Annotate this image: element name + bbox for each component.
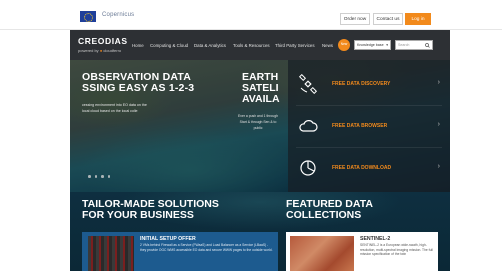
nav-item-data-analytics[interactable]: Data & Analytics xyxy=(194,43,226,48)
divider xyxy=(296,147,442,148)
sentinel-2-card[interactable]: SENTINEL-2 SENTINEL-2 is a European wide… xyxy=(286,232,438,271)
powered-by-label: powered by ● cloudferro xyxy=(78,48,121,53)
chevron-right-icon: › xyxy=(437,163,440,170)
page-gutter-right xyxy=(450,30,502,271)
main-navigation: CREODIAS powered by ● cloudferro Home Co… xyxy=(70,30,450,60)
carousel-dot[interactable] xyxy=(107,175,110,178)
carousel-dots xyxy=(88,175,110,178)
carousel-dot[interactable] xyxy=(101,175,104,178)
satellite-title-line3: AVAILA xyxy=(242,93,280,105)
search-input[interactable]: Search xyxy=(395,40,433,50)
nav-item-computing-cloud[interactable]: Computing & Cloud xyxy=(150,43,188,48)
feature-data-discovery[interactable]: FREE DATA DISCOVERY › xyxy=(288,66,450,104)
divider xyxy=(296,105,442,106)
hero-banner: OBSERVATION DATA SSING EASY AS 1-2-3 ces… xyxy=(70,60,450,192)
eu-flag-icon xyxy=(80,11,96,22)
chevron-down-icon: ▾ xyxy=(386,43,388,47)
collections-title: FEATURED DATA COLLECTIONS xyxy=(286,199,373,221)
hero-title-line2: SSING EASY AS 1-2-3 xyxy=(82,82,195,94)
login-button[interactable]: Log in xyxy=(405,13,431,25)
free-data-panel: FREE DATA DISCOVERY › FREE DATA BROWSER … xyxy=(288,60,450,192)
cloud-icon xyxy=(299,120,318,132)
feature-data-browser[interactable]: FREE DATA BROWSER › xyxy=(288,108,450,146)
top-bar: Copernicus Order now Contact us Log in xyxy=(0,0,502,30)
page-gutter-left xyxy=(0,30,70,271)
solutions-title: TAILOR-MADE SOLUTIONS FOR YOUR BUSINESS xyxy=(82,199,219,221)
nav-item-third-party[interactable]: Third Party Services xyxy=(275,43,315,48)
contact-us-button[interactable]: Contact us xyxy=(373,13,403,25)
solutions-section: TAILOR-MADE SOLUTIONS FOR YOUR BUSINESS … xyxy=(70,192,450,271)
feature-data-download[interactable]: FREE DATA DOWNLOAD › xyxy=(288,150,450,188)
hero-subtitle: cessing environment into EO data on the … xyxy=(82,103,147,113)
creodias-logo[interactable]: CREODIAS xyxy=(78,36,128,46)
collection-title: SENTINEL-2 xyxy=(360,236,391,242)
knowledge-base-value: Knowledge base xyxy=(357,43,384,47)
initial-setup-offer-card[interactable]: INITIAL SETUP OFFER 2 VMs behind Firewal… xyxy=(82,232,278,271)
nav-item-home[interactable]: Home xyxy=(132,43,144,48)
nav-item-news[interactable]: News xyxy=(322,43,333,48)
sentinel-2-image xyxy=(290,236,354,271)
satellite-icon xyxy=(298,74,318,94)
powered-by-prefix: powered by xyxy=(78,48,99,53)
copernicus-logo[interactable]: Copernicus xyxy=(102,12,134,18)
offer-description: 2 VMs behind Firewall as a Service (FWaa… xyxy=(140,243,273,252)
satellite-slide-title: EARTH SATELI AVAILA xyxy=(242,72,280,105)
feature-label: FREE DATA BROWSER xyxy=(332,123,388,129)
powered-by-name: cloudferro xyxy=(103,48,122,53)
hero-title: OBSERVATION DATA SSING EASY AS 1-2-3 xyxy=(82,72,194,94)
knowledge-base-select[interactable]: Knowledge base ▾ xyxy=(354,40,391,50)
nav-item-tools-resources[interactable]: Tools & Resources xyxy=(233,43,270,48)
collections-title-line2: COLLECTIONS xyxy=(286,209,362,221)
collection-description: SENTINEL-2 is a European wide-swath, hig… xyxy=(360,243,433,257)
satellite-slide-text: Ever a push and 1 through Start & throug… xyxy=(238,114,278,130)
chart-icon xyxy=(300,160,316,176)
cloudferro-dot-icon: ● xyxy=(99,48,103,53)
search-placeholder: Search xyxy=(398,43,410,47)
new-badge[interactable]: New xyxy=(338,39,350,51)
solutions-title-line2: FOR YOUR BUSINESS xyxy=(82,209,194,221)
search-icon xyxy=(425,42,430,48)
order-now-button[interactable]: Order now xyxy=(340,13,370,25)
feature-label: FREE DATA DOWNLOAD xyxy=(332,165,392,171)
feature-label: FREE DATA DISCOVERY xyxy=(332,81,391,87)
carousel-dot[interactable] xyxy=(88,175,91,178)
chevron-right-icon: › xyxy=(437,121,440,128)
server-rack-image xyxy=(88,236,134,271)
carousel-dot[interactable] xyxy=(94,175,97,178)
chevron-right-icon: › xyxy=(437,79,440,86)
browser-viewport: Copernicus Order now Contact us Log in C… xyxy=(0,0,502,271)
offer-title: INITIAL SETUP OFFER xyxy=(140,236,196,242)
